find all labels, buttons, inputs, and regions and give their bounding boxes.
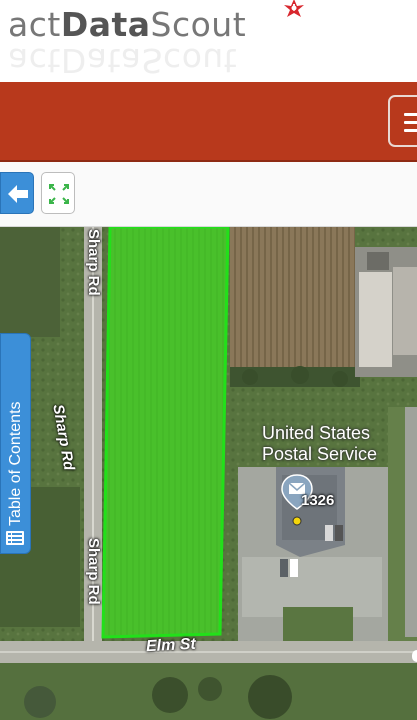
- app-logo: actDataScout: [8, 8, 246, 41]
- table-of-contents-tab[interactable]: Table of Contents: [0, 333, 31, 554]
- address-label: 1326: [301, 492, 335, 509]
- logo-part-1: act: [8, 5, 61, 44]
- map-toolbar: [0, 162, 417, 227]
- full-extent-button[interactable]: [41, 172, 75, 214]
- toc-label: Table of Contents: [7, 401, 24, 526]
- red-star-icon: [284, 0, 304, 17]
- back-button[interactable]: [0, 172, 34, 214]
- logo-part-2: Data: [60, 5, 151, 44]
- road-label-elm-st: Elm St: [145, 635, 197, 656]
- road-label-sharp-rd-bottom: Sharp Rd: [85, 538, 102, 605]
- top-navbar: [0, 82, 417, 162]
- poi-label-post-office[interactable]: United States Postal Service: [262, 423, 377, 465]
- menu-button[interactable]: [388, 95, 417, 147]
- logo-reflection: actDataScout: [8, 41, 238, 80]
- poi-name-line-1: United States: [262, 423, 371, 443]
- scroll-handle[interactable]: [412, 650, 417, 662]
- full-extent-icon: [49, 184, 69, 204]
- poi-name-line-2: Postal Service: [262, 444, 378, 464]
- arrow-left-icon: [8, 185, 28, 203]
- satellite-imagery: [0, 227, 417, 720]
- map-view[interactable]: Sharp Rd Sharp Rd Sharp Rd Elm St: [0, 227, 417, 720]
- list-icon: [6, 531, 24, 545]
- logo-part-3: Scout: [150, 5, 247, 44]
- app-header: actDataScout actDataScout: [0, 0, 417, 82]
- road-label-sharp-rd-top: Sharp Rd: [85, 229, 102, 296]
